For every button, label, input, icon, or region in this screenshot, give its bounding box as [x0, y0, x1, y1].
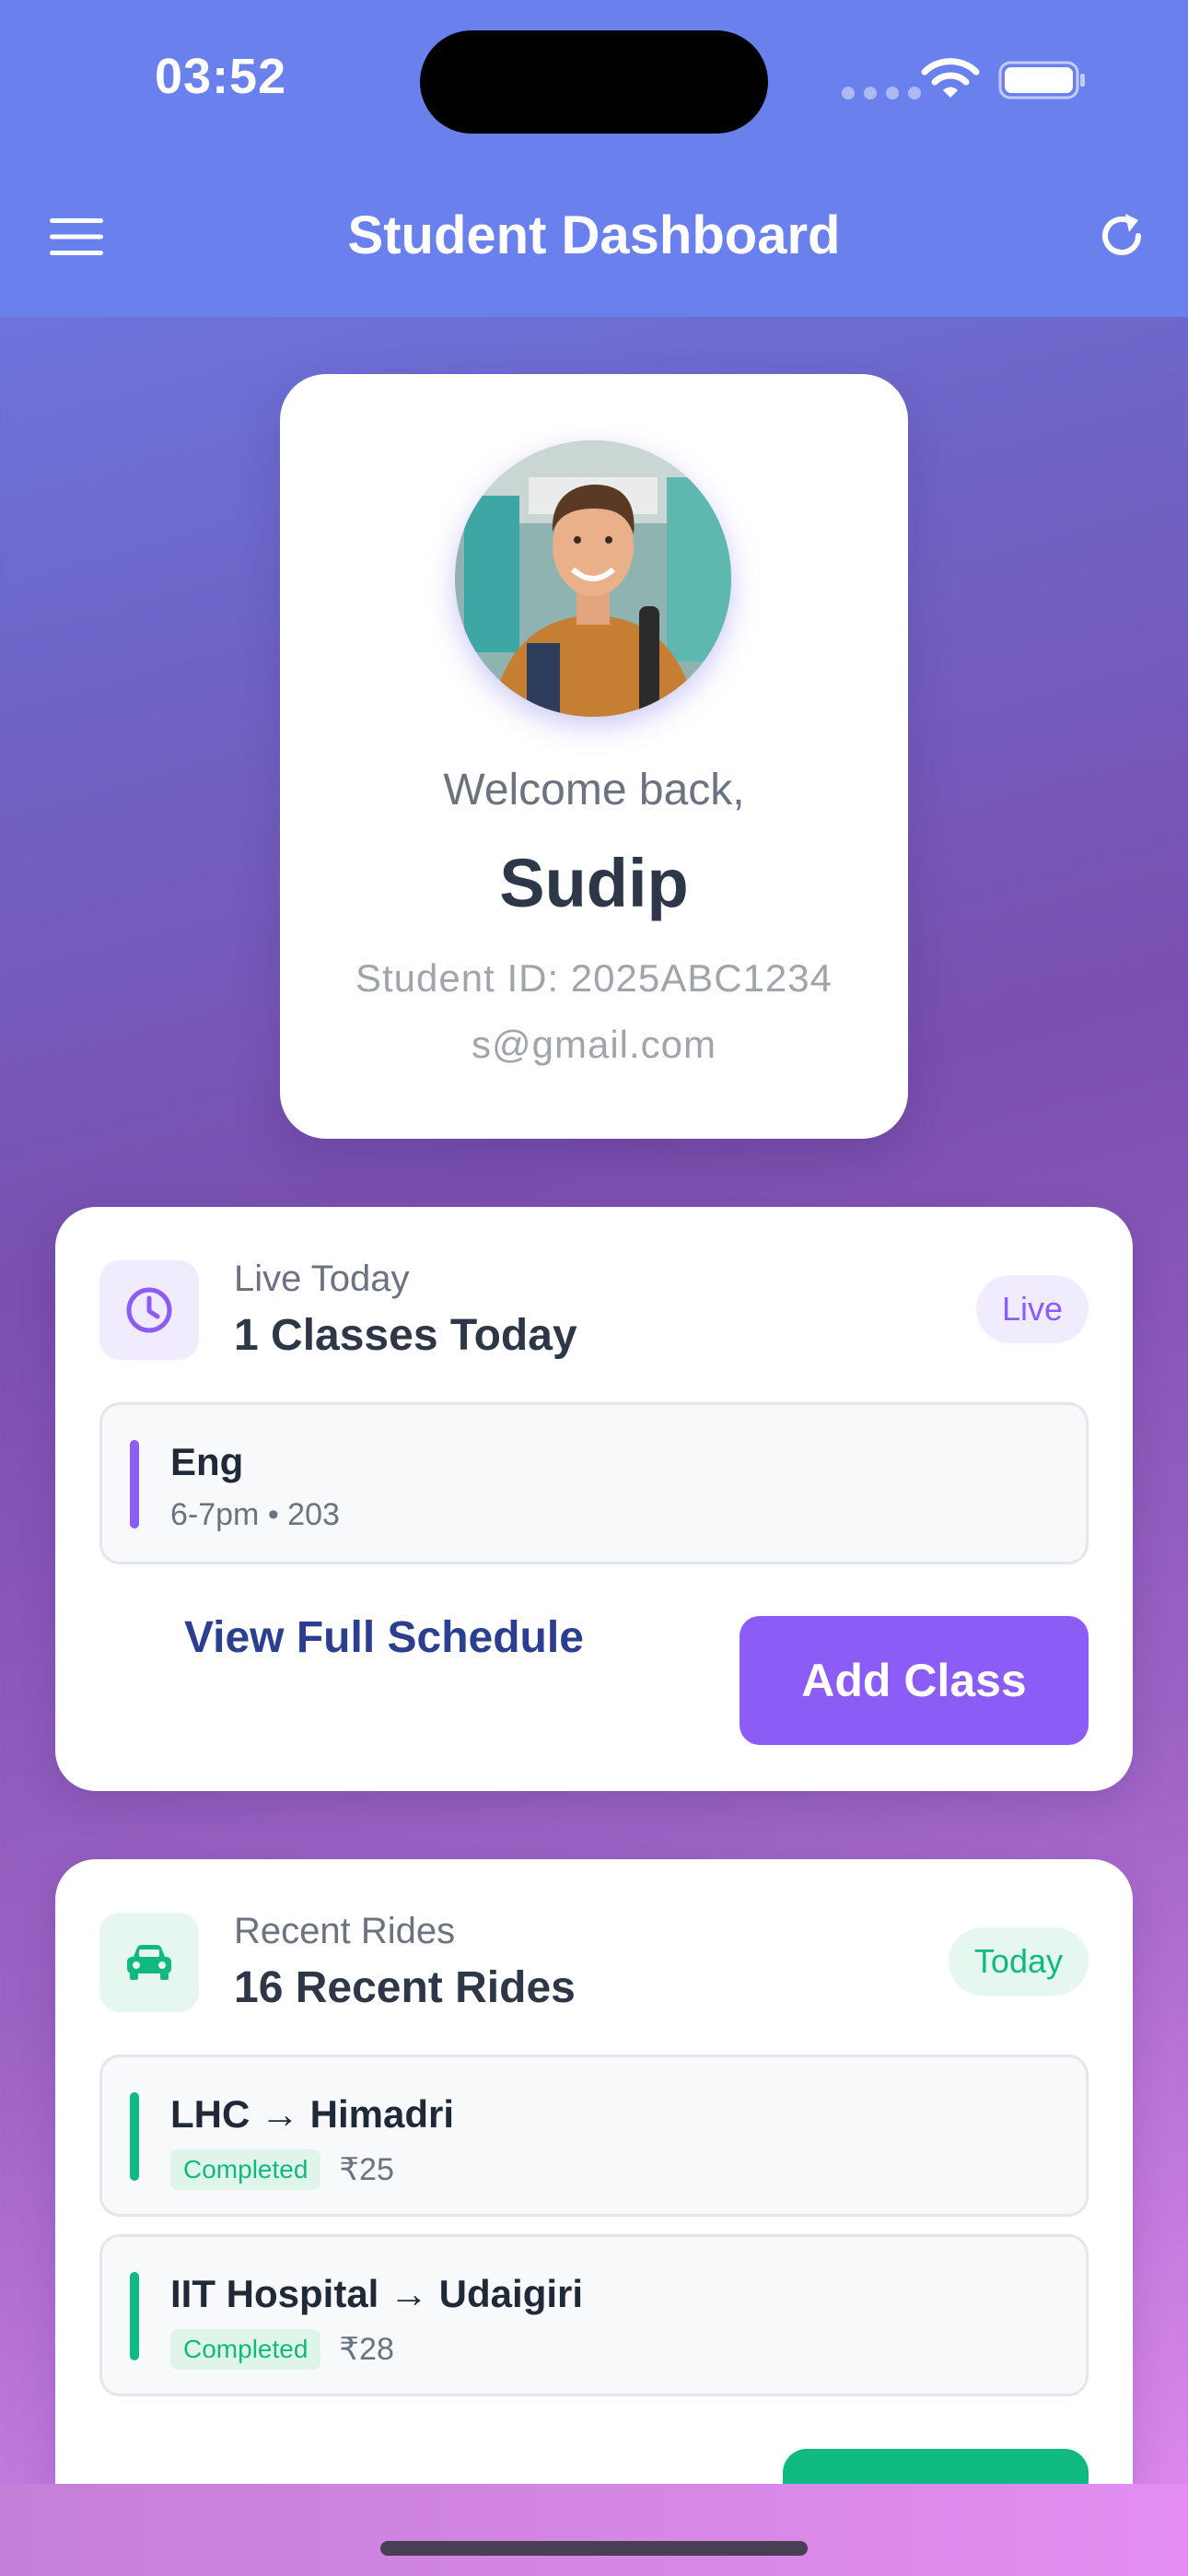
ride-fare: ₹28	[339, 2332, 394, 2367]
view-full-schedule-button[interactable]: View Full Schedule	[184, 1612, 584, 1663]
ride-accent-bar	[130, 2092, 139, 2181]
classes-title: 1 Classes Today	[234, 1311, 577, 1360]
today-badge: Today	[948, 1927, 1089, 1996]
classes-card: Live Today 1 Classes Today Live Eng 6-7p…	[55, 1207, 1133, 1791]
live-badge: Live	[975, 1275, 1089, 1343]
ride-accent-bar	[130, 2272, 139, 2360]
app-header: Student Dashboard	[0, 157, 1188, 317]
rides-label: Recent Rides	[234, 1911, 456, 1951]
ride-item[interactable]: LHC → Himadri Completed ₹25	[99, 2055, 1089, 2217]
classes-label: Live Today	[234, 1259, 410, 1299]
wifi-icon	[921, 58, 980, 98]
dynamic-island	[420, 30, 768, 134]
ride-route: IIT Hospital → Udaigiri	[170, 2272, 584, 2315]
class-item[interactable]: Eng 6-7pm • 203	[99, 1402, 1089, 1564]
welcome-text: Welcome back,	[443, 766, 745, 814]
car-icon-box	[99, 1913, 199, 2012]
rides-card: Recent Rides 16 Recent Rides Today LHC →…	[55, 1859, 1133, 2576]
student-email: s@gmail.com	[471, 1023, 716, 1066]
class-accent-bar	[130, 1440, 139, 1528]
home-indicator[interactable]	[380, 2541, 808, 2556]
cellular-signal-icon	[842, 87, 921, 100]
ride-route: LHC → Himadri	[170, 2092, 455, 2136]
clock-icon	[126, 1287, 172, 1333]
battery-icon	[998, 61, 1085, 100]
status-badge: Completed	[170, 2149, 321, 2190]
add-class-button[interactable]: Add Class	[740, 1616, 1089, 1745]
ride-fare: ₹25	[339, 2152, 394, 2187]
student-name: Sudip	[499, 845, 689, 921]
refresh-icon[interactable]	[1094, 208, 1149, 263]
status-bar: 03:52	[0, 0, 1188, 157]
rides-title: 16 Recent Rides	[234, 1963, 576, 2012]
status-time: 03:52	[155, 49, 287, 104]
class-name: Eng	[170, 1440, 244, 1483]
status-badge: Completed	[170, 2329, 321, 2370]
ride-meta: Completed ₹28	[170, 2329, 394, 2370]
profile-card: Welcome back, Sudip Student ID: 2025ABC1…	[280, 374, 908, 1139]
class-detail: 6-7pm • 203	[170, 1497, 340, 1532]
clock-icon-box	[99, 1260, 199, 1360]
car-icon	[127, 1945, 171, 1980]
student-id: Student ID: 2025ABC1234	[355, 956, 833, 1000]
page-title: Student Dashboard	[347, 205, 841, 265]
ride-meta: Completed ₹25	[170, 2149, 394, 2190]
avatar[interactable]	[455, 440, 731, 717]
bottom-safe-area	[0, 2484, 1188, 2576]
ride-item[interactable]: IIT Hospital → Udaigiri Completed ₹28	[99, 2234, 1089, 2396]
